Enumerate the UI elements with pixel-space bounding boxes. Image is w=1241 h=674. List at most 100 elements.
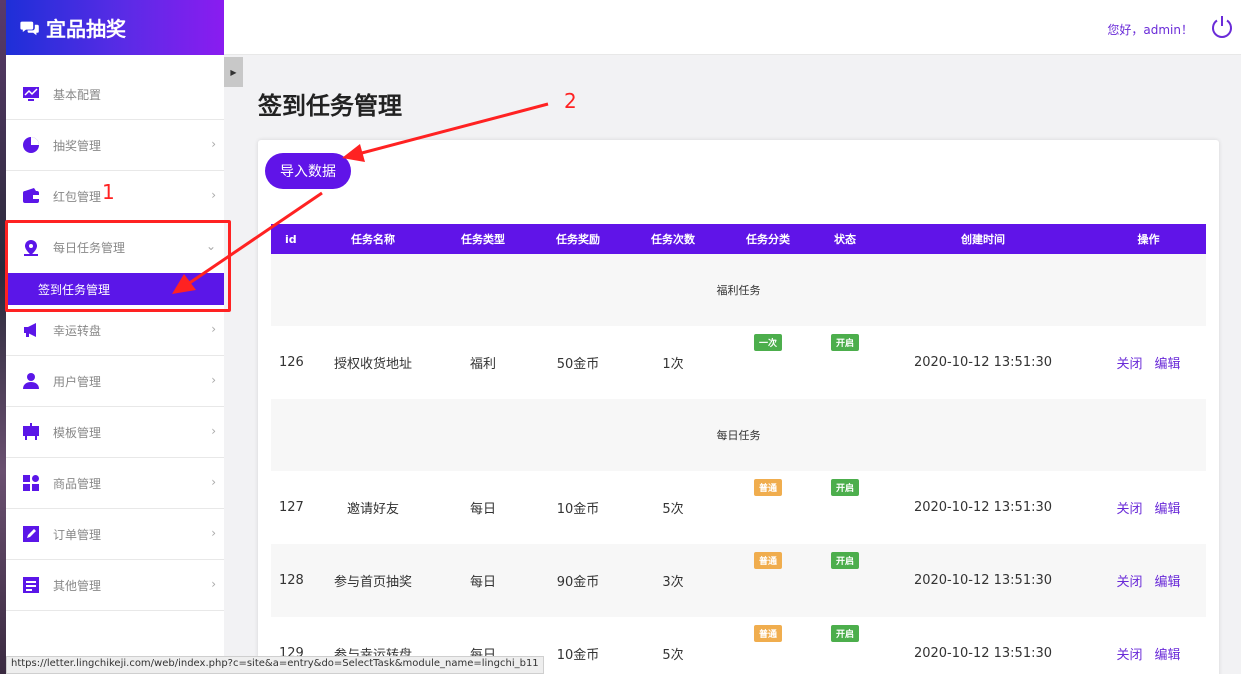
col-header-type: 任务类型	[461, 233, 505, 246]
sidebar-item-users[interactable]: 用户管理 ›	[6, 356, 224, 407]
megaphone-icon	[22, 321, 40, 339]
sidebar-item-label: 用户管理	[53, 374, 102, 389]
cell-created: 2020-10-12 13:51:30	[875, 544, 1091, 617]
cell-name: 邀请好友	[346, 502, 399, 517]
browser-status-bar: https://letter.lingchikeji.com/web/index…	[6, 656, 544, 674]
group-row: 福利任务	[271, 254, 1206, 326]
sidebar-item-lottery[interactable]: 抽奖管理 ›	[6, 120, 224, 171]
sidebar-item-basic-config[interactable]: 基本配置	[6, 69, 224, 120]
sidebar-item-label: 抽奖管理	[53, 138, 102, 153]
top-bar: 您好，admin！	[224, 0, 1241, 55]
sidebar-item-label: 商品管理	[53, 476, 102, 491]
cell-reward: 90金币	[531, 544, 625, 617]
cell-actions: 关闭 编辑	[1091, 617, 1206, 674]
cell-count: 5次	[662, 502, 684, 517]
category-badge: 一次	[753, 334, 783, 351]
group-label: 福利任务	[271, 254, 1206, 326]
cell-type: 福利	[469, 357, 496, 372]
group-row: 每日任务	[271, 399, 1206, 471]
apps-grid-icon	[22, 474, 40, 492]
close-link[interactable]: 关闭	[1116, 648, 1142, 663]
edit-link[interactable]: 编辑	[1155, 502, 1181, 517]
group-label: 每日任务	[271, 399, 1206, 471]
cell-type: 每日	[469, 502, 496, 517]
table-row: 126 授权收货地址 福利 50金币 1次 一次 开启 2020-10-12 1…	[271, 326, 1206, 399]
cell-name: 授权收货地址	[333, 357, 412, 372]
annotation-number-2: 2	[564, 89, 577, 113]
sidebar: 宜品抽奖 基本配置 抽奖管理 › 红包管理 › 每日任务管理 ⌄ 签到任务管理 …	[6, 0, 224, 674]
category-badge: 普通	[753, 479, 783, 496]
list-icon	[22, 576, 40, 594]
sidebar-item-red-packet[interactable]: 红包管理 ›	[6, 171, 224, 222]
status-badge: 开启	[830, 625, 860, 642]
content-card: 导入数据 id 任务名称 任务类型 任务奖励 任务次数 任务分类 状态 创建时间…	[258, 140, 1219, 674]
col-header-count: 任务次数	[651, 233, 695, 246]
col-header-name: 任务名称	[351, 233, 395, 246]
close-link[interactable]: 关闭	[1116, 502, 1142, 517]
table-row: 128 参与首页抽奖 每日 90金币 3次 普通 开启 2020-10-12 1…	[271, 544, 1206, 617]
sidebar-item-label: 基本配置	[53, 87, 102, 102]
board-icon	[22, 423, 40, 441]
sidebar-item-label: 其他管理	[53, 578, 102, 593]
close-link[interactable]: 关闭	[1116, 575, 1142, 590]
edit-icon	[22, 525, 40, 543]
page-title: 签到任务管理	[258, 92, 402, 120]
wallet-icon	[22, 187, 40, 205]
annotation-highlight-box	[5, 220, 231, 312]
chevron-right-icon: ›	[211, 137, 216, 151]
chevron-right-icon: ›	[211, 526, 216, 540]
cell-actions: 关闭 编辑	[1091, 326, 1206, 399]
col-header-status: 状态	[834, 233, 856, 246]
task-table: id 任务名称 任务类型 任务奖励 任务次数 任务分类 状态 创建时间 操作 福…	[271, 224, 1206, 674]
sidebar-item-lucky-wheel[interactable]: 幸运转盘 ›	[6, 305, 224, 356]
status-badge: 开启	[830, 479, 860, 496]
close-link[interactable]: 关闭	[1116, 357, 1142, 372]
edit-link[interactable]: 编辑	[1155, 648, 1181, 663]
cell-count: 1次	[662, 357, 684, 372]
sidebar-item-orders[interactable]: 订单管理 ›	[6, 509, 224, 560]
user-icon	[22, 372, 40, 390]
chevron-right-icon: ›	[211, 424, 216, 438]
monitor-chart-icon	[22, 85, 40, 103]
power-icon[interactable]	[1209, 14, 1235, 40]
status-badge: 开启	[830, 552, 860, 569]
cell-count: 3次	[625, 544, 721, 617]
category-badge: 普通	[753, 552, 783, 569]
cell-created: 2020-10-12 13:51:30	[913, 646, 1053, 661]
edit-link[interactable]: 编辑	[1155, 357, 1181, 372]
cell-actions: 关闭 编辑	[1091, 471, 1206, 544]
cell-status: 开启	[815, 326, 875, 399]
cell-reward: 10金币	[556, 648, 600, 663]
cell-reward: 50金币	[556, 357, 600, 372]
import-data-button[interactable]: 导入数据	[265, 153, 351, 189]
table-row: 127 邀请好友 每日 10金币 5次 普通 开启 2020-10-12 13:…	[271, 471, 1206, 544]
col-header-actions: 操作	[1137, 233, 1160, 246]
edit-link[interactable]: 编辑	[1155, 575, 1181, 590]
pie-chart-icon	[22, 136, 40, 154]
app-logo[interactable]: 宜品抽奖	[6, 0, 224, 55]
col-header-reward: 任务奖励	[556, 233, 600, 246]
cell-status: 开启	[815, 471, 875, 544]
chat-bubbles-icon	[20, 21, 39, 35]
app-title: 宜品抽奖	[46, 17, 126, 41]
col-header-category: 任务分类	[746, 233, 790, 246]
chevron-right-icon: ›	[211, 475, 216, 489]
sidebar-collapse-toggle[interactable]: ▶	[224, 57, 243, 87]
status-badge: 开启	[830, 334, 860, 351]
sidebar-item-other[interactable]: 其他管理 ›	[6, 560, 224, 611]
user-greeting: 您好，admin！	[1107, 23, 1193, 37]
cell-category: 普通	[721, 544, 815, 617]
annotation-number-1: 1	[102, 180, 115, 204]
cell-category: 普通	[721, 617, 815, 674]
sidebar-item-label: 模板管理	[53, 425, 102, 440]
category-badge: 普通	[753, 625, 783, 642]
sidebar-item-templates[interactable]: 模板管理 ›	[6, 407, 224, 458]
cell-id: 128	[271, 544, 311, 617]
chevron-right-icon: ›	[211, 188, 216, 202]
cell-id: 126	[279, 355, 304, 370]
cell-category: 普通	[721, 471, 815, 544]
cell-status: 开启	[815, 617, 875, 674]
col-header-id: id	[285, 232, 297, 246]
sidebar-item-products[interactable]: 商品管理 ›	[6, 458, 224, 509]
cell-created: 2020-10-12 13:51:30	[913, 355, 1053, 370]
